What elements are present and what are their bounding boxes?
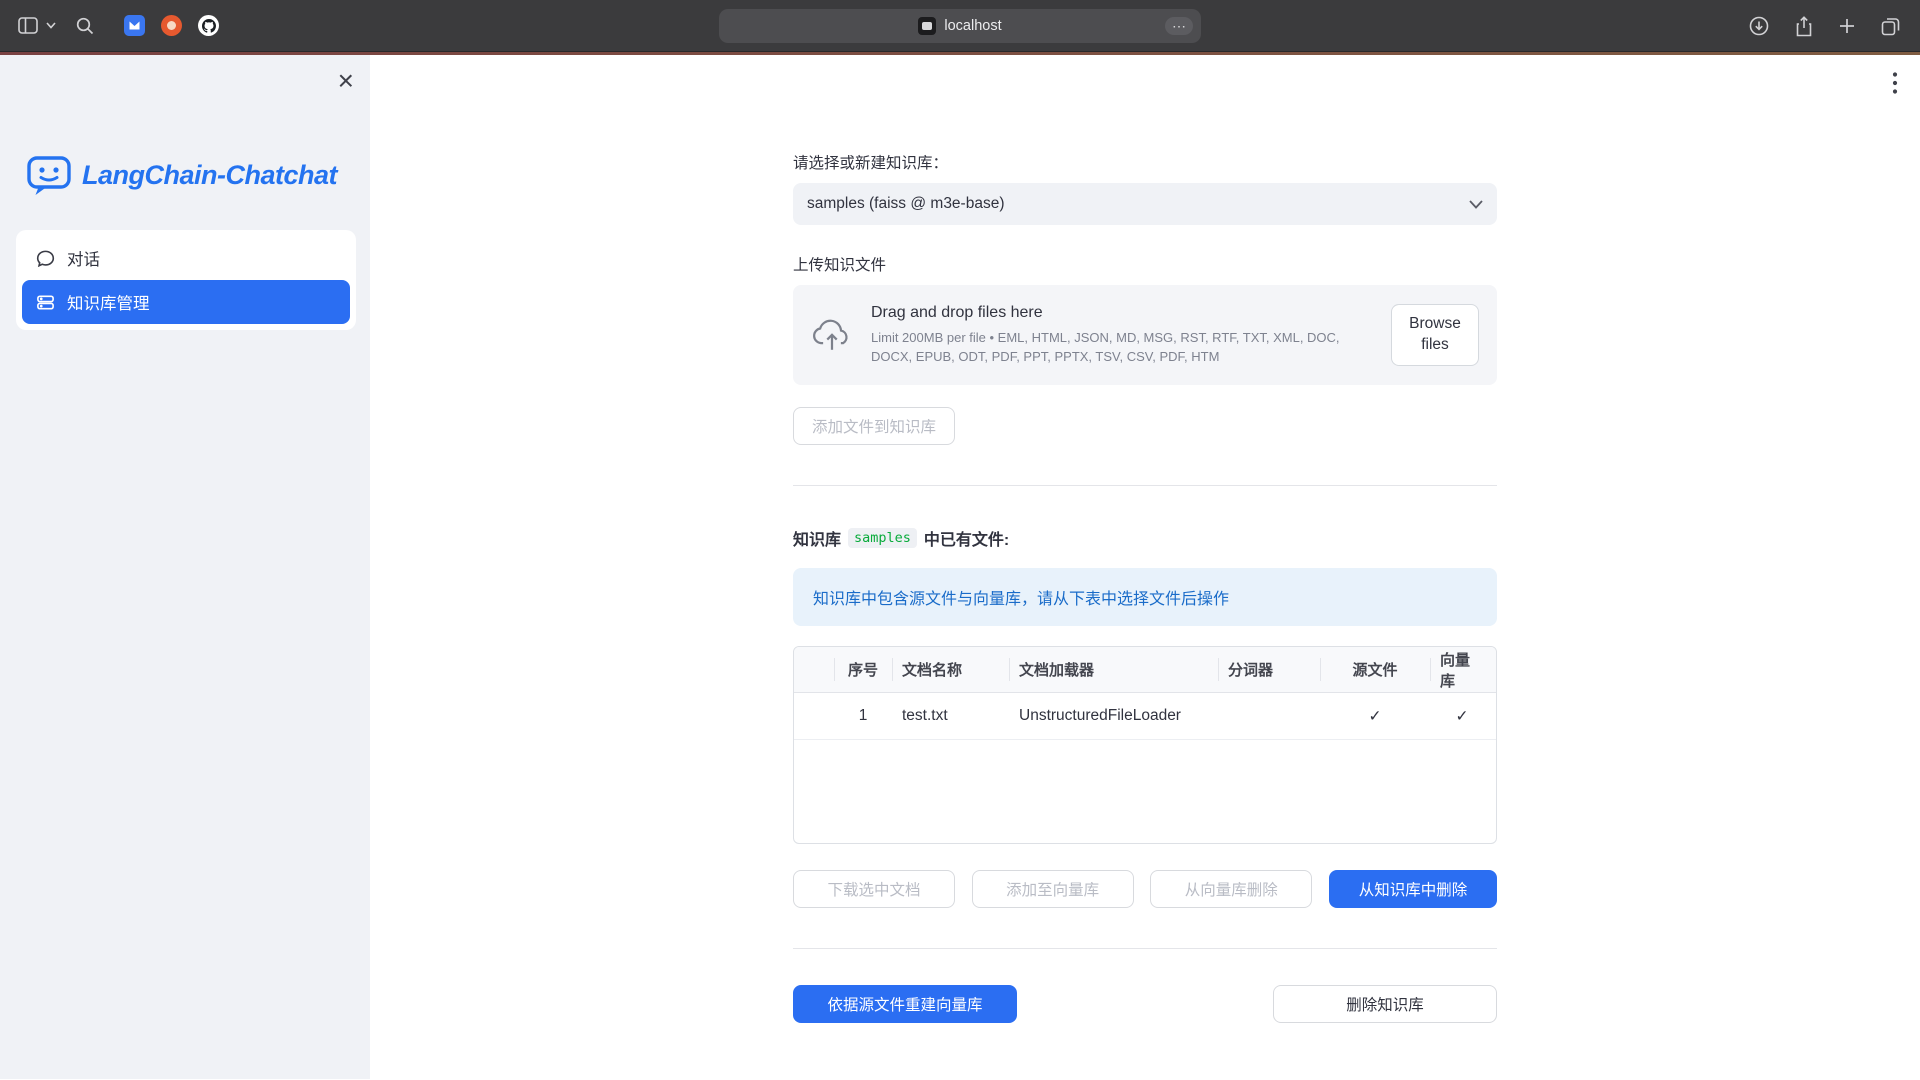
table-header-source: 源文件 [1320,647,1430,692]
sidebar-item-dialogue[interactable]: 对话 [22,236,350,280]
file-dropzone[interactable]: Drag and drop files here Limit 200MB per… [793,285,1497,385]
kb-select-value: samples (faiss @ m3e-base) [807,195,1005,213]
downloads-button[interactable] [1749,16,1769,36]
chat-bubble-icon [36,249,55,268]
kb-files-table[interactable]: 序号 文档名称 文档加载器 分词器 源文件 向量库 1 test.txt Uns… [793,646,1497,844]
sidebar-item-kb-management[interactable]: 知识库管理 [22,280,350,324]
dropzone-limit-text: Limit 200MB per file • EML, HTML, JSON, … [871,328,1373,367]
heading-suffix: 中已有文件: [924,526,1009,550]
app-body: × LangChain-Chatchat [0,55,1920,1079]
kebab-menu-icon [1892,71,1898,95]
info-alert: 知识库中包含源文件与向量库，请从下表中选择文件后操作 [793,568,1497,626]
row-source-check: ✓ [1320,693,1430,739]
share-icon [1795,16,1813,37]
kb-action-buttons: 依据源文件重建向量库 删除知识库 [793,985,1497,1023]
dropzone-title: Drag and drop files here [871,304,1373,322]
row-vector-check: ✓ [1430,693,1494,739]
close-icon: × [338,65,354,96]
delete-from-vector-store-button[interactable]: 从向量库删除 [1150,870,1312,908]
toolbar-left-group [18,15,219,36]
table-header-name: 文档名称 [892,647,1009,692]
table-header-loader: 文档加载器 [1009,647,1218,692]
row-splitter-cell [1218,693,1320,739]
sidebar-toggle-chevron-button[interactable] [46,22,56,29]
download-icon [1749,16,1769,36]
browser-toolbar: localhost ⋯ [0,0,1920,52]
chevron-down-icon [1469,200,1483,209]
new-tab-button[interactable] [1839,18,1855,34]
file-action-buttons: 下载选中文档 添加至向量库 从向量库删除 从知识库中删除 [793,870,1497,908]
logo-text: LangChain-Chatchat [82,160,337,191]
ellipsis-icon: ⋯ [1172,18,1186,34]
search-icon [76,17,94,35]
delete-from-kb-button[interactable]: 从知识库中删除 [1329,870,1497,908]
sidebar-item-label: 知识库管理 [67,290,150,314]
screen: { "browser": { "url": "localhost" }, "ic… [0,0,1920,1080]
dropzone-texts: Drag and drop files here Limit 200MB per… [871,304,1373,367]
chatchat-logo-icon [26,153,72,197]
kb-files-heading: 知识库 samples 中已有文件: [793,526,1497,550]
tab-overview-button[interactable] [1881,17,1900,36]
add-files-to-kb-button[interactable]: 添加文件到知识库 [793,407,955,445]
table-header-no: 序号 [834,647,892,692]
extension-icons-group [124,15,219,36]
heading-prefix: 知识库 [793,526,841,550]
table-header-vector: 向量库 [1430,647,1494,692]
sidebar-panel-icon [18,17,38,34]
row-loader-cell: UnstructuredFileLoader [1009,693,1218,739]
row-index-cell [794,693,834,739]
url-text: localhost [944,18,1001,34]
extension-blue-icon[interactable] [124,15,145,36]
table-header-index [794,647,834,692]
search-button[interactable] [76,17,94,35]
row-name-cell: test.txt [892,693,1009,739]
close-sidebar-button[interactable]: × [338,67,354,95]
app-menu-button[interactable] [1892,71,1898,95]
tabs-icon [1881,17,1900,36]
kb-name-code: samples [848,528,917,548]
toolbar-right-group [1749,0,1900,52]
download-selected-button[interactable]: 下载选中文档 [793,870,955,908]
divider [793,948,1497,949]
divider [793,485,1497,486]
kb-select-label: 请选择或新建知识库： [793,151,1497,173]
kb-selectbox[interactable]: samples (faiss @ m3e-base) [793,183,1497,225]
address-bar[interactable]: localhost ⋯ [719,9,1201,43]
app-logo: LangChain-Chatchat [26,153,337,197]
table-row[interactable]: 1 test.txt UnstructuredFileLoader ✓ ✓ [794,693,1496,740]
sidebar-toggle-button[interactable] [18,17,38,34]
table-header-splitter: 分词器 [1218,647,1320,692]
extensions-ellipsis-button[interactable]: ⋯ [1165,17,1193,35]
sidebar: × LangChain-Chatchat [0,55,370,1079]
chevron-down-icon [46,22,56,29]
add-to-vector-store-button[interactable]: 添加至向量库 [972,870,1134,908]
upload-section-label: 上传知识文件 [793,253,1497,275]
main-content: 请选择或新建知识库： samples (faiss @ m3e-base) 上传… [370,55,1920,1079]
share-button[interactable] [1795,16,1813,37]
github-extension-icon[interactable] [198,15,219,36]
browse-files-button[interactable]: Browse files [1391,304,1479,366]
knowledge-base-icon [36,293,55,312]
delete-kb-button[interactable]: 删除知识库 [1273,985,1497,1023]
plus-icon [1839,18,1855,34]
sidebar-nav: 对话 知识库管理 [16,230,356,330]
extension-orange-icon[interactable] [161,15,182,36]
sidebar-item-label: 对话 [67,246,100,270]
row-no-cell: 1 [834,693,892,739]
cloud-upload-icon [811,318,853,352]
rebuild-vector-store-button[interactable]: 依据源文件重建向量库 [793,985,1017,1023]
content-column: 请选择或新建知识库： samples (faiss @ m3e-base) 上传… [793,55,1497,1023]
site-favicon-icon [918,17,936,35]
table-header-row: 序号 文档名称 文档加载器 分词器 源文件 向量库 [794,647,1496,693]
